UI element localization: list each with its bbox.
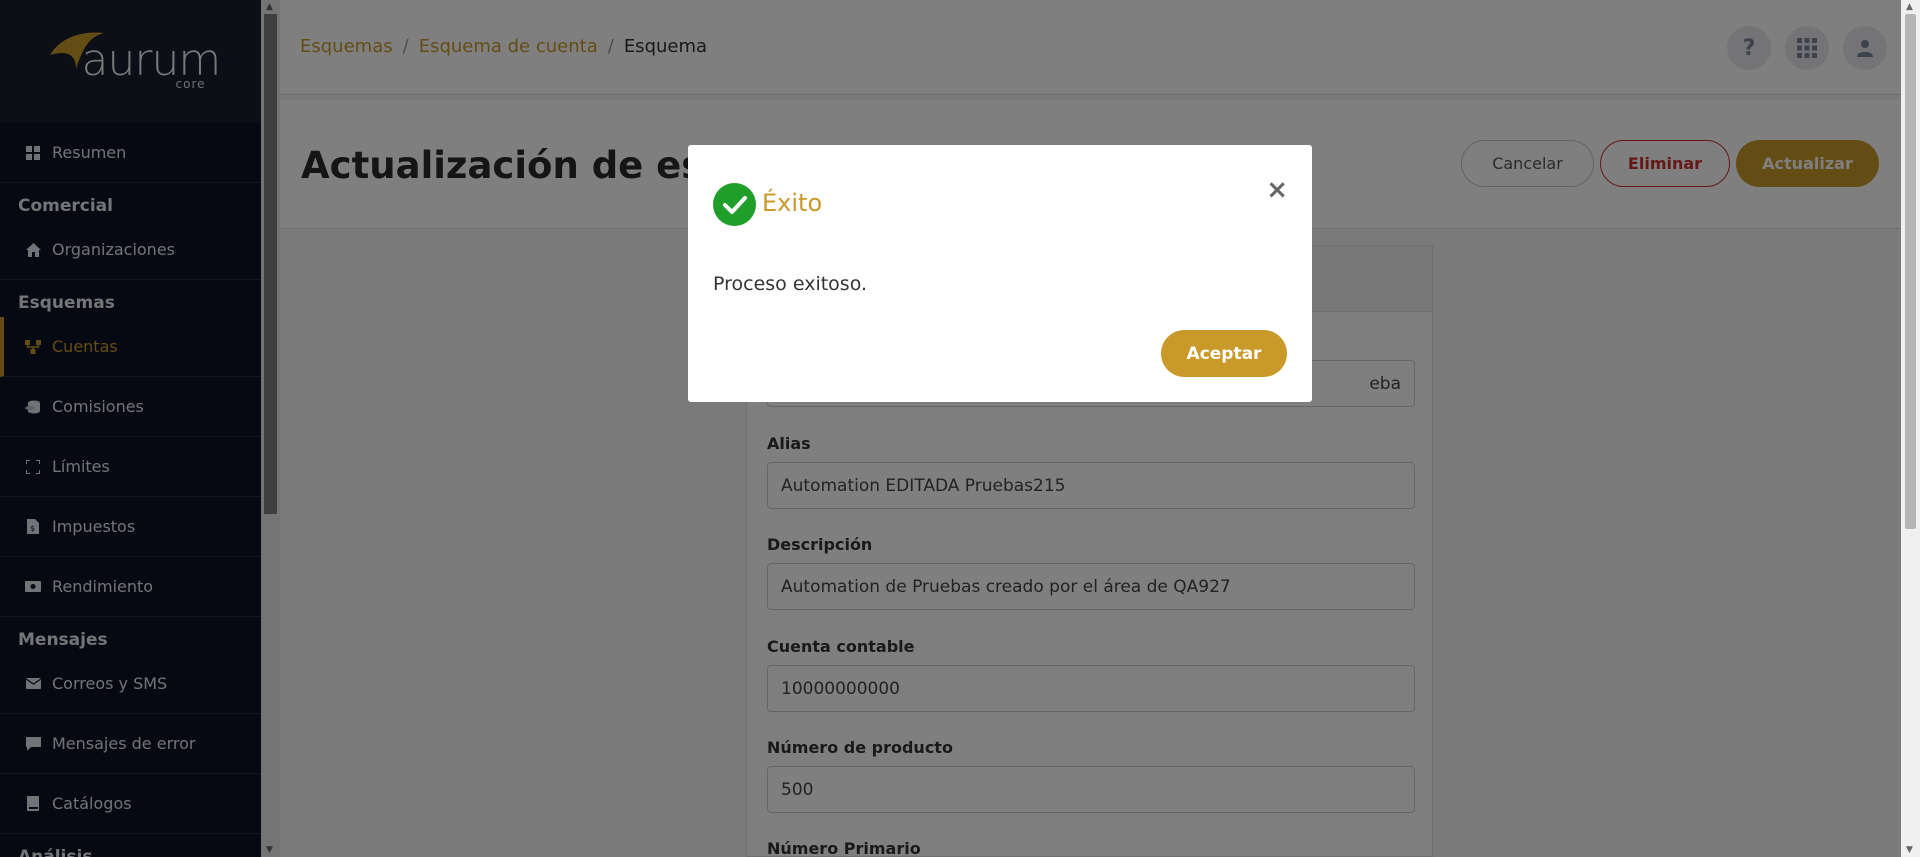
success-dialog: Éxito × Proceso exitoso. Aceptar bbox=[688, 145, 1312, 402]
page-scrollbar[interactable]: ▲ ▼ bbox=[1901, 0, 1920, 857]
dialog-message: Proceso exitoso. bbox=[713, 273, 868, 295]
modal-backdrop[interactable] bbox=[0, 0, 1901, 857]
scroll-up-arrow-icon[interactable]: ▲ bbox=[1906, 2, 1913, 12]
dialog-title: Éxito bbox=[762, 189, 823, 217]
scroll-down-arrow-icon[interactable]: ▼ bbox=[1906, 845, 1913, 855]
page-scroll-thumb[interactable] bbox=[1905, 14, 1916, 529]
success-check-icon bbox=[713, 183, 756, 226]
accept-button[interactable]: Aceptar bbox=[1161, 330, 1287, 377]
close-icon[interactable]: × bbox=[1266, 175, 1288, 205]
